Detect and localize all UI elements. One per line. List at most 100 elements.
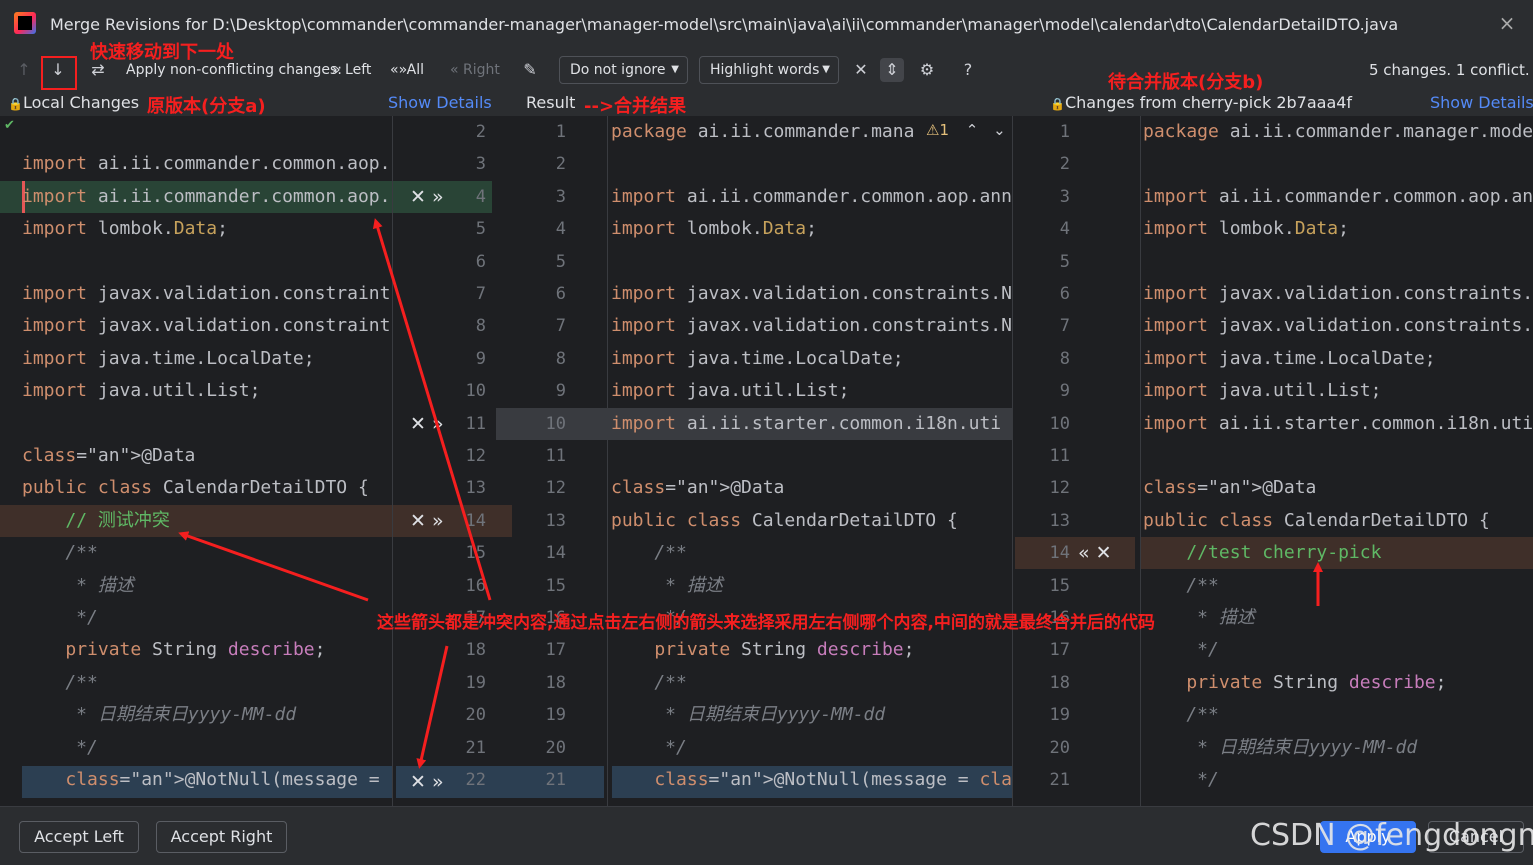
line-number: 13 (465, 478, 486, 499)
code-line[interactable]: import javax.validation.constraints. (1143, 278, 1533, 310)
code-line[interactable]: import ai.ii.commander.common.aop.an (1143, 181, 1533, 213)
code-line[interactable]: class="an">@Data (22, 440, 392, 472)
previous-difference-icon[interactable]: ↑ (12, 58, 36, 82)
pane-divider (1012, 116, 1013, 806)
code-line[interactable]: // 测试冲突 (22, 505, 392, 537)
line-number: 21 (465, 737, 486, 758)
code-line[interactable]: * 描述 (22, 570, 392, 602)
code-line[interactable]: import lombok.Data; (611, 213, 1011, 245)
apply-all-label: All (406, 62, 424, 78)
code-line[interactable]: * 描述 (611, 570, 1011, 602)
line-number: 11 (465, 413, 486, 434)
apply-change-right-icon[interactable]: » (432, 413, 444, 435)
code-line[interactable]: class="an">@NotNull(message = class="st"… (611, 764, 1011, 796)
reject-change-icon[interactable]: ✕ (410, 186, 426, 208)
code-line[interactable]: //test cherry-pick (1143, 537, 1533, 569)
code-line[interactable]: * 描述 (1143, 602, 1533, 634)
reject-change-icon[interactable]: ✕ (410, 510, 426, 532)
code-line[interactable]: class="an">@Data (611, 472, 1011, 504)
help-button[interactable]: ? (956, 58, 980, 82)
code-line[interactable]: */ (22, 602, 392, 634)
accept-right-button[interactable]: Accept Right (156, 821, 287, 853)
code-line[interactable]: */ (1143, 634, 1533, 666)
line-number: 12 (465, 446, 486, 466)
code-line[interactable]: import java.util.List; (22, 375, 392, 407)
code-line[interactable]: /** (22, 537, 392, 569)
code-line[interactable]: class="an">@NotNull(message = class="st"… (22, 764, 392, 796)
code-line[interactable]: /** (611, 537, 1011, 569)
left-show-details-link[interactable]: Show Details (388, 92, 492, 114)
code-line[interactable]: import javax.validation.constraints.N (611, 278, 1011, 310)
code-line[interactable]: */ (1143, 764, 1533, 796)
annotation-merge-result: -->合并结果 (584, 96, 687, 117)
line-number: 10 (545, 413, 566, 434)
code-line[interactable]: import javax.validation.constraints.N (611, 310, 1011, 342)
code-line[interactable]: public class CalendarDetailDTO { (611, 505, 1011, 537)
chevron-down-icon[interactable]: ⌄ (993, 121, 1006, 139)
code-line[interactable]: /** (1143, 570, 1533, 602)
reject-change-icon[interactable]: ✕ (410, 413, 426, 435)
code-line[interactable]: import ai.ii.commander.common.aop. (22, 181, 392, 213)
conflict-count: 1 (939, 121, 949, 139)
code-line[interactable]: import lombok.Data; (22, 213, 392, 245)
apply-right-button[interactable]: « Right (450, 60, 500, 80)
code-line[interactable]: import javax.validation.constraint (22, 278, 392, 310)
reject-change-icon[interactable]: ✕ (1096, 542, 1112, 564)
line-number: 16 (465, 575, 486, 596)
chevron-up-icon[interactable]: ⌃ (966, 121, 979, 139)
code-line[interactable]: import java.util.List; (1143, 375, 1533, 407)
code-line[interactable]: private String describe; (22, 634, 392, 666)
code-line[interactable]: */ (611, 732, 1011, 764)
highlight-mode-dropdown[interactable]: Highlight words ▼ (699, 56, 839, 84)
code-line[interactable]: public class CalendarDetailDTO { (1143, 505, 1533, 537)
apply-change-right-icon[interactable]: » (432, 510, 444, 532)
apply-change-right-icon[interactable]: » (432, 771, 444, 793)
code-line[interactable]: import ai.ii.commander.common.aop.ann (611, 181, 1011, 213)
code-line[interactable]: import javax.validation.constraint (22, 310, 392, 342)
ignore-whitespace-dropdown[interactable]: Do not ignore ▼ (559, 56, 688, 84)
collapse-icon[interactable]: ✕ (849, 58, 873, 82)
code-line[interactable]: import java.time.LocalDate; (611, 343, 1011, 375)
magic-resolve-icon[interactable]: ✎ (518, 58, 542, 82)
sync-scroll-icon[interactable]: ⇕ (880, 58, 904, 82)
apply-all-button[interactable]: «»All (390, 60, 424, 80)
lock-icon: 🔒 (1050, 97, 1065, 111)
code-line[interactable]: /** (22, 667, 392, 699)
line-number: 6 (475, 251, 486, 272)
conflict-indicator[interactable]: ⚠1 ⌃ ⌄ (926, 118, 1006, 142)
accept-left-button[interactable]: Accept Left (19, 821, 139, 853)
annotation-explanation: 这些箭头都是冲突内容,通过点击左右侧的箭头来选择采用左右侧哪个内容,中间的就是最… (377, 613, 1155, 633)
code-line[interactable]: * 日期结束日yyyy-MM-dd (611, 699, 1011, 731)
reject-change-icon[interactable]: ✕ (410, 771, 426, 793)
code-line[interactable]: import java.time.LocalDate; (22, 343, 392, 375)
code-line[interactable]: * 日期结束日yyyy-MM-dd (22, 699, 392, 731)
merge-editor[interactable]: import ai.ii.commander.common.aop. import… (0, 116, 1533, 806)
code-line[interactable]: public class CalendarDetailDTO { (22, 472, 392, 504)
code-line[interactable]: import ai.ii.starter.common.i18n.uti (611, 408, 1011, 440)
code-line[interactable]: import java.util.List; (611, 375, 1011, 407)
line-number: 17 (1049, 640, 1070, 661)
apply-change-left-icon[interactable]: « (1078, 542, 1090, 564)
code-line[interactable]: import lombok.Data; (1143, 213, 1533, 245)
code-line[interactable]: */ (22, 732, 392, 764)
code-line[interactable]: import java.time.LocalDate; (1143, 343, 1533, 375)
code-line[interactable]: /** (1143, 699, 1533, 731)
code-line[interactable]: private String describe; (1143, 667, 1533, 699)
settings-gear-icon[interactable]: ⚙ (915, 58, 939, 82)
code-line[interactable]: class="an">@Data (1143, 472, 1533, 504)
code-line[interactable]: import ai.ii.starter.common.i18n.uti (1143, 408, 1533, 440)
code-line[interactable]: import javax.validation.constraints. (1143, 310, 1533, 342)
close-window-button[interactable]: × (1494, 10, 1520, 36)
code-line[interactable]: /** (611, 667, 1011, 699)
code-line[interactable]: * 日期结束日yyyy-MM-dd (1143, 732, 1533, 764)
code-line[interactable]: private String describe; (611, 634, 1011, 666)
line-number: 19 (465, 672, 486, 693)
line-number: 8 (555, 348, 566, 369)
code-line[interactable]: import ai.ii.commander.common.aop. (22, 148, 392, 180)
conflict-actions: ✕ » (410, 181, 444, 213)
code-line[interactable]: package ai.ii.commander.manager.mode (1143, 116, 1533, 148)
right-show-details-link[interactable]: Show Details (1430, 92, 1533, 114)
line-number: 21 (1049, 770, 1070, 790)
apply-change-right-icon[interactable]: » (432, 186, 444, 208)
apply-left-button[interactable]: » Left (332, 60, 371, 80)
